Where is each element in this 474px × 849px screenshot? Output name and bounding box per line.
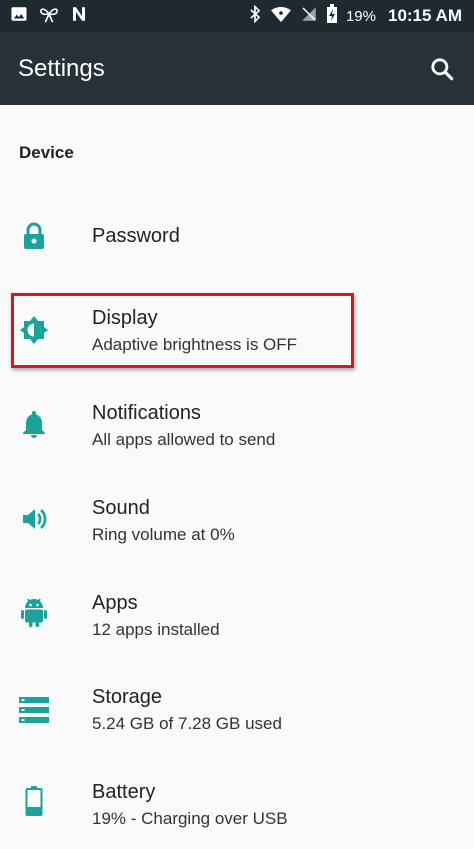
bow-icon xyxy=(38,5,60,28)
settings-item-label: Notifications xyxy=(92,402,201,424)
settings-item-label: Storage xyxy=(92,686,163,708)
battery-icon xyxy=(18,785,50,817)
settings-item-storage[interactable]: Storage 5.24 GB of 7.28 GB used xyxy=(0,674,474,754)
section-title-device: Device xyxy=(19,143,74,162)
settings-item-label: Battery xyxy=(92,781,156,803)
settings-item-notifications[interactable]: Notifications All apps allowed to send xyxy=(0,390,474,470)
settings-item-subtitle: 12 apps installed xyxy=(92,620,220,639)
bluetooth-icon xyxy=(248,4,262,28)
lock-icon xyxy=(18,220,50,252)
bell-icon xyxy=(18,408,50,440)
battery-charging-icon xyxy=(326,3,338,29)
settings-item-subtitle: All apps allowed to send xyxy=(92,430,276,449)
status-bar: 19% 10:15 AM xyxy=(0,0,474,32)
page-title: Settings xyxy=(18,54,105,82)
app-bar: Settings xyxy=(0,32,474,105)
battery-percent: 19% xyxy=(345,7,376,25)
settings-item-password[interactable]: Password xyxy=(0,196,474,276)
volume-icon xyxy=(18,503,50,535)
settings-item-subtitle: Ring volume at 0% xyxy=(92,525,235,544)
no-sim-icon xyxy=(300,5,318,28)
settings-item-label: Sound xyxy=(92,497,150,519)
image-icon xyxy=(10,5,28,28)
settings-item-apps[interactable]: Apps 12 apps installed xyxy=(0,580,474,660)
settings-item-subtitle: 19% - Charging over USB xyxy=(92,809,288,828)
highlight-box xyxy=(11,293,354,368)
search-icon[interactable] xyxy=(428,55,456,83)
settings-item-sound[interactable]: Sound Ring volume at 0% xyxy=(0,485,474,565)
android-icon xyxy=(18,596,50,628)
settings-item-subtitle: 5.24 GB of 7.28 GB used xyxy=(92,714,282,733)
settings-item-label: Apps xyxy=(92,592,138,614)
settings-item-label: Password xyxy=(92,225,180,247)
storage-icon xyxy=(18,694,50,726)
n-logo-icon xyxy=(70,5,88,28)
clock: 10:15 AM xyxy=(387,6,462,25)
settings-item-battery[interactable]: Battery 19% - Charging over USB xyxy=(0,769,474,849)
wifi-icon xyxy=(270,5,292,28)
